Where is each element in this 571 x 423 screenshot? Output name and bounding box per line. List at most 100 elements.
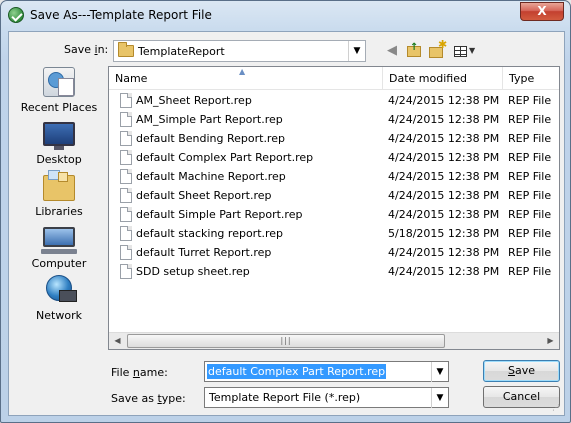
file-type: REP File	[508, 151, 552, 164]
file-date: 4/24/2015 12:38 PM	[388, 132, 500, 145]
file-date: 4/24/2015 12:38 PM	[388, 94, 500, 107]
place-libraries[interactable]: Libraries	[14, 170, 104, 223]
file-type: REP File	[508, 113, 552, 126]
file-row[interactable]: default stacking report.rep 5/18/2015 12…	[109, 224, 559, 243]
place-label: Recent Places	[20, 101, 98, 114]
place-label: Computer	[31, 257, 87, 270]
file-date: 4/24/2015 12:38 PM	[388, 113, 500, 126]
file-row[interactable]: default Sheet Report.rep 4/24/2015 12:38…	[109, 186, 559, 205]
chevron-down-icon[interactable]: ▼	[431, 362, 448, 382]
sort-ascending-icon: ▲	[239, 67, 246, 76]
file-date: 4/24/2015 12:38 PM	[388, 151, 500, 164]
file-name: default Simple Part Report.rep	[136, 208, 303, 221]
save-in-dropdown[interactable]: TemplateReport ▼	[113, 40, 366, 62]
file-type: REP File	[508, 265, 552, 278]
title-bar[interactable]: Save As---Template Report File X	[1, 1, 570, 31]
file-row[interactable]: AM_Sheet Report.rep 4/24/2015 12:38 PM R…	[109, 91, 559, 110]
file-row[interactable]: default Machine Report.rep 4/24/2015 12:…	[109, 167, 559, 186]
file-name: AM_Sheet Report.rep	[136, 94, 252, 107]
file-icon	[120, 169, 132, 184]
chevron-down-icon: ▼	[469, 46, 476, 55]
place-computer[interactable]: Computer	[14, 223, 104, 275]
file-name: default Bending Report.rep	[136, 132, 285, 145]
file-type: REP File	[508, 189, 552, 202]
up-one-level-button[interactable]: ↑	[405, 42, 423, 60]
up-arrow-icon: ↑	[410, 42, 419, 53]
chevron-down-icon[interactable]: ▼	[431, 388, 448, 408]
save-in-label: Save in:	[64, 43, 109, 56]
file-row[interactable]: default Bending Report.rep 4/24/2015 12:…	[109, 129, 559, 148]
places-bar: Recent Places Desktop Libraries Computer…	[14, 67, 104, 327]
column-header-row: ▲ Name Date modified Type	[109, 67, 559, 90]
file-date: 4/24/2015 12:38 PM	[388, 246, 500, 259]
column-header-type[interactable]: Type	[503, 67, 559, 90]
desktop-icon	[43, 122, 75, 150]
file-icon	[120, 264, 132, 279]
file-row[interactable]: SDD setup sheet.rep 4/24/2015 12:38 PM R…	[109, 262, 559, 281]
file-row[interactable]: default Simple Part Report.rep 4/24/2015…	[109, 205, 559, 224]
file-icon	[120, 93, 132, 108]
file-date: 4/24/2015 12:38 PM	[388, 170, 500, 183]
file-row[interactable]: default Complex Part Report.rep 4/24/201…	[109, 148, 559, 167]
file-list[interactable]: ▲ Name Date modified Type AM_Sheet Repor…	[108, 66, 560, 350]
resize-grip-icon[interactable]: ⋰	[552, 403, 562, 413]
cancel-button[interactable]: Cancel	[483, 386, 560, 408]
back-arrow-icon: ◀	[387, 43, 397, 58]
file-type: REP File	[508, 227, 552, 240]
horizontal-scrollbar[interactable]: ◀ ||| ▶	[109, 332, 559, 349]
file-name: default Turret Report.rep	[136, 246, 272, 259]
close-button[interactable]: X	[520, 2, 564, 21]
new-folder-button[interactable]: ✱	[427, 38, 448, 60]
scrollbar-thumb[interactable]: |||	[127, 334, 445, 348]
file-icon	[120, 150, 132, 165]
window-title: Save As---Template Report File	[30, 8, 212, 22]
file-name: SDD setup sheet.rep	[136, 265, 250, 278]
file-icon	[120, 112, 132, 127]
place-recent-places[interactable]: Recent Places	[14, 67, 104, 119]
file-icon	[120, 188, 132, 203]
file-name: default stacking report.rep	[136, 227, 284, 240]
computer-icon	[41, 227, 77, 254]
column-header-date-modified[interactable]: Date modified	[383, 67, 503, 90]
column-header-name[interactable]: ▲ Name	[109, 67, 383, 90]
folder-icon	[118, 42, 134, 57]
place-label: Libraries	[35, 205, 83, 218]
file-name-input[interactable]: default Complex Part Report.rep ▼	[204, 361, 449, 382]
file-name-value[interactable]: default Complex Part Report.rep	[207, 364, 387, 379]
network-icon	[46, 275, 77, 302]
file-name: default Machine Report.rep	[136, 170, 286, 183]
current-folder: TemplateReport	[138, 45, 225, 58]
view-menu-button[interactable]: ▼	[452, 42, 478, 60]
file-name: AM_Simple Part Report.rep	[136, 113, 283, 126]
file-type: REP File	[508, 246, 552, 259]
scroll-left-icon[interactable]: ◀	[109, 333, 126, 349]
file-type: REP File	[508, 208, 552, 221]
save-as-dialog: Save As---Template Report File X Save in…	[0, 0, 571, 423]
file-type: REP File	[508, 94, 552, 107]
save-as-type-dropdown[interactable]: Template Report File (*.rep) ▼	[204, 387, 449, 408]
chevron-down-icon[interactable]: ▼	[348, 41, 365, 61]
dialog-body: Save in: TemplateReport ▼ ◀ ↑ ✱ ▼ Recent…	[8, 31, 565, 416]
sparkle-icon: ✱	[438, 38, 448, 51]
file-date: 4/24/2015 12:38 PM	[388, 189, 500, 202]
file-icon	[120, 207, 132, 222]
file-name: default Sheet Report.rep	[136, 189, 272, 202]
view-grid-icon	[454, 46, 467, 57]
file-date: 4/24/2015 12:38 PM	[388, 208, 500, 221]
place-label: Network	[36, 309, 82, 322]
place-network[interactable]: Network	[14, 275, 104, 327]
save-button[interactable]: Save	[483, 360, 560, 382]
place-desktop[interactable]: Desktop	[14, 119, 104, 171]
file-type: REP File	[508, 170, 552, 183]
place-label: Desktop	[36, 153, 82, 166]
file-row[interactable]: AM_Simple Part Report.rep 4/24/2015 12:3…	[109, 110, 559, 129]
file-icon	[120, 131, 132, 146]
file-row[interactable]: default Turret Report.rep 4/24/2015 12:3…	[109, 243, 559, 262]
libraries-icon	[43, 170, 75, 201]
file-type-value: Template Report File (*.rep)	[209, 391, 361, 404]
scroll-right-icon[interactable]: ▶	[542, 333, 559, 349]
file-icon	[120, 226, 132, 241]
recent-places-icon	[43, 67, 75, 97]
file-icon	[120, 245, 132, 260]
back-button[interactable]: ◀	[383, 42, 401, 60]
